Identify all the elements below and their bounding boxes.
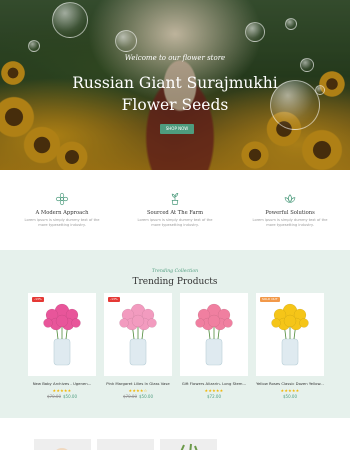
product-price: $72.00 (180, 394, 248, 399)
product-card[interactable]: SOLD OUT Yellow Roses Classic Dozen Yello… (256, 293, 324, 399)
product-price: $70.00 $50.00 (104, 394, 172, 399)
potted-plant-icon (171, 193, 179, 205)
product-name[interactable]: Pink Margaret Lilies In Glass Vase (104, 381, 172, 386)
product-card[interactable]: -13% Pink Margaret Lilies In Glass Vase ★★… (104, 293, 172, 399)
hero-banner: Welcome to our flower store Russian Gian… (0, 0, 350, 170)
hero-title-line: Russian Giant Surajmukhi (72, 74, 278, 92)
feature-text-line: more typesetting industry. (38, 223, 86, 227)
flower-thumbnail-image (180, 443, 198, 450)
trending-section: Trending Collection Trending Products -1… (0, 250, 350, 418)
bouquet-image (195, 303, 233, 366)
category-thumbnail[interactable] (160, 439, 217, 450)
product-image[interactable]: -13% (28, 293, 96, 376)
product-rating: ★★★★★ (204, 388, 224, 393)
product-name[interactable]: Yellow Roses Classic Dozen Yellow... (256, 381, 324, 386)
product-badge: -13% (108, 297, 120, 302)
bouquet-image (43, 303, 81, 366)
product-rating: ★★★★★ (52, 388, 72, 393)
product-image[interactable] (180, 293, 248, 376)
feature-text: Lorem ipsum is simply dummy text of the … (245, 218, 335, 228)
sale-price: $72.00 (207, 394, 221, 399)
old-price: $70.00 (47, 394, 61, 399)
feature-text-line: more typesetting industry. (266, 223, 314, 227)
feature-title: Sourced At The Farm (146, 210, 204, 216)
shop-now-button[interactable]: SHOP NOW (160, 124, 194, 134)
feature-title: Powerful Solutions (265, 210, 315, 216)
hero-title: Russian Giant Surajmukhi Flower Seeds (0, 72, 350, 116)
features-section: A Modern Approach Lorem ipsum is simply … (0, 170, 350, 250)
bubble-decoration (28, 40, 40, 52)
bouquet-image (119, 303, 157, 366)
product-badge: SOLD OUT (260, 297, 280, 302)
sale-price: $50.00 (63, 394, 77, 399)
feature-text: Lorem ipsum is simply dummy text of the … (17, 218, 107, 228)
product-price: $50.00 (256, 394, 324, 399)
feature-item: Sourced At The Farm Lorem ipsum is simpl… (130, 192, 220, 228)
category-thumbnail[interactable] (34, 439, 91, 450)
product-price: $70.00 $50.00 (28, 394, 96, 399)
product-badge: -13% (32, 297, 44, 302)
product-image[interactable]: SOLD OUT (256, 293, 324, 376)
bubble-decoration (115, 30, 137, 52)
product-card[interactable]: Gift Flowers Alizarin- Long Stem... ★★★★★… (180, 293, 248, 399)
bouquet-image (271, 303, 309, 366)
flower-thumbnail-image (97, 443, 154, 450)
category-thumbnail[interactable] (97, 439, 154, 450)
trending-subtitle: Trending Collection (151, 269, 199, 274)
sale-price: $50.00 (139, 394, 153, 399)
bubble-decoration (245, 22, 265, 42)
old-price: $70.00 (123, 394, 137, 399)
flower-icon (55, 192, 69, 206)
product-rating: ★★★★☆ (128, 388, 148, 393)
lotus-icon (284, 194, 296, 203)
feature-title: A Modern Approach (35, 210, 89, 216)
feature-text: Lorem ipsum is simply dummy text of the … (130, 218, 220, 228)
trending-title: Trending Products (132, 277, 218, 287)
sale-price: $50.00 (283, 394, 297, 399)
feature-item: Powerful Solutions Lorem ipsum is simply… (245, 192, 335, 228)
product-name[interactable]: New Baby Archives - Ugenen... (28, 381, 96, 386)
bubble-decoration (285, 18, 297, 30)
product-rating: ★★★★★ (280, 388, 300, 393)
flower-thumbnail-image (56, 448, 68, 450)
product-card[interactable]: -13% New Baby Archives - Ugenen... ★★★★★ $7… (28, 293, 96, 399)
bubble-decoration (52, 2, 88, 38)
next-section (0, 418, 350, 450)
feature-item: A Modern Approach Lorem ipsum is simply … (17, 192, 107, 228)
product-image[interactable]: -13% (104, 293, 172, 376)
product-name[interactable]: Gift Flowers Alizarin- Long Stem... (180, 381, 248, 386)
feature-text-line: more typesetting industry. (151, 223, 199, 227)
hero-title-line: Flower Seeds (121, 96, 229, 114)
hero-subtitle: Welcome to our flower store (124, 54, 226, 62)
